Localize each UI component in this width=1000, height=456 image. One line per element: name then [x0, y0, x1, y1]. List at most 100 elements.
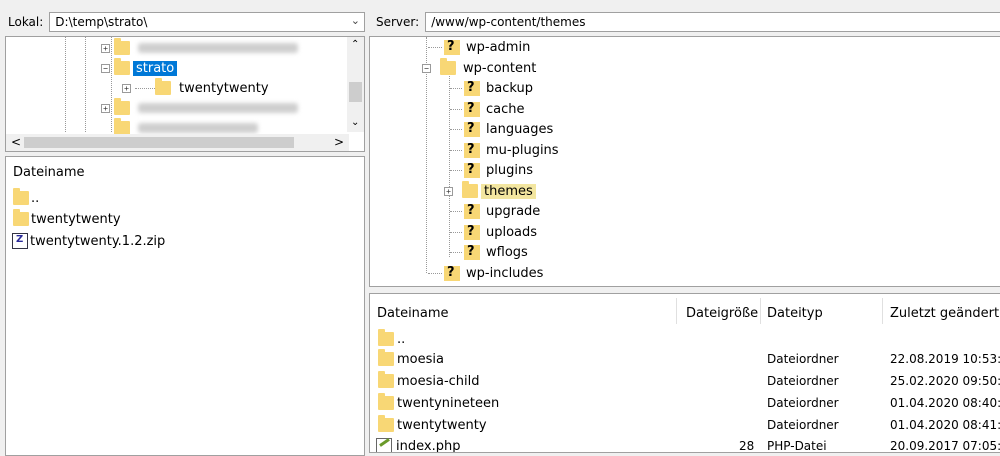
- remote-path-label: Server:: [376, 15, 420, 29]
- sort-indicator-icon: ⌃: [516, 293, 525, 300]
- remote-tree-label: wflogs: [486, 244, 528, 260]
- remote-path-value: /www/wp-content/themes: [431, 15, 586, 29]
- remote-header-filename[interactable]: Dateiname: [377, 300, 449, 326]
- sort-indicator-icon: ⌃: [220, 156, 229, 163]
- file-modified: 20.09.2017 07:05:02: [890, 439, 1000, 453]
- remote-tree-item-themes[interactable]: + themes: [444, 181, 536, 201]
- file-name: ..: [397, 331, 406, 347]
- remote-tree-item-cache[interactable]: ? cache: [450, 99, 525, 119]
- zip-file-icon: Z: [12, 233, 28, 249]
- scroll-thumb[interactable]: [24, 137, 294, 148]
- local-tree-item-twentytwenty[interactable]: + twentytwenty: [122, 78, 269, 98]
- table-row[interactable]: index.php 28 PHP-Datei 20.09.2017 07:05:…: [376, 435, 1000, 453]
- folder-icon: [378, 371, 394, 388]
- list-item[interactable]: twentytwenty: [13, 208, 121, 230]
- expand-icon[interactable]: +: [101, 103, 110, 113]
- folder-icon: [114, 118, 130, 135]
- remote-tree-label: plugins: [486, 162, 533, 178]
- collapse-icon[interactable]: −: [101, 63, 110, 73]
- expand-icon[interactable]: +: [122, 83, 131, 93]
- chevron-down-icon[interactable]: ⌄: [351, 117, 359, 128]
- remote-tree-item-mu-plugins[interactable]: ? mu-plugins: [450, 140, 559, 160]
- remote-path-bar: Server: /www/wp-content/themes: [368, 10, 1000, 34]
- file-name: index.php: [396, 438, 461, 453]
- unknown-folder-icon: ?: [464, 224, 480, 240]
- local-tree-hscrollbar[interactable]: < >: [6, 134, 349, 151]
- remote-tree-item-uploads[interactable]: ? uploads: [450, 222, 537, 242]
- local-tree-label: strato: [133, 60, 178, 76]
- folder-icon: [440, 58, 456, 75]
- chevron-down-icon[interactable]: ⌄: [351, 14, 360, 27]
- local-path-value: D:\temp\strato\: [55, 15, 148, 29]
- table-row[interactable]: moesia-child Dateiordner 25.02.2020 09:5…: [378, 370, 1000, 392]
- remote-tree-item-wp-includes[interactable]: ? wp-includes: [428, 263, 543, 283]
- folder-icon: [378, 415, 394, 432]
- remote-tree-label: cache: [486, 101, 525, 117]
- remote-tree-item-wp-admin[interactable]: ? wp-admin: [428, 37, 530, 57]
- remote-tree-item-languages[interactable]: ? languages: [450, 119, 553, 139]
- local-tree-item-strato[interactable]: − strato: [101, 58, 178, 78]
- folder-icon: [13, 209, 29, 226]
- folder-icon: [114, 58, 130, 75]
- remote-tree-label: languages: [486, 121, 554, 137]
- php-file-icon: [376, 438, 392, 452]
- local-path-input[interactable]: D:\temp\strato\ ⌄: [49, 12, 365, 32]
- file-type: Dateiordner: [767, 352, 839, 366]
- folder-icon: [378, 329, 394, 346]
- folder-icon: [462, 181, 478, 198]
- remote-file-list: ⌃ Dateiname Dateigröße Dateityp Zuletzt …: [369, 293, 1000, 453]
- chevron-right-icon[interactable]: >: [334, 135, 344, 149]
- local-tree-item[interactable]: +: [101, 98, 298, 118]
- remote-tree-item-plugins[interactable]: ? plugins: [450, 160, 533, 180]
- local-header-filename[interactable]: Dateiname: [13, 159, 85, 185]
- remote-tree-item-upgrade[interactable]: ? upgrade: [450, 201, 540, 221]
- remote-header-modified[interactable]: Zuletzt geändert: [890, 300, 999, 326]
- expand-icon[interactable]: +: [101, 43, 110, 53]
- unknown-folder-icon: ?: [464, 80, 480, 96]
- file-type: Dateiordner: [767, 374, 839, 388]
- remote-tree-label: backup: [486, 80, 533, 96]
- remote-tree-item-wp-content[interactable]: − wp-content: [422, 58, 536, 78]
- remote-header-type[interactable]: Dateityp: [767, 300, 823, 326]
- remote-tree-label: mu-plugins: [486, 142, 559, 158]
- list-item[interactable]: Z twentytwenty.1.2.zip: [12, 230, 165, 252]
- remote-tree-label: upgrade: [486, 203, 541, 219]
- remote-tree: ? wp-admin − wp-content ? backup ? cache…: [369, 36, 1000, 287]
- list-item[interactable]: ..: [13, 187, 39, 209]
- unknown-folder-icon: ?: [464, 203, 480, 219]
- folder-icon: [155, 78, 171, 95]
- table-row[interactable]: ..: [378, 328, 405, 350]
- expand-icon[interactable]: +: [444, 186, 453, 196]
- local-tree-item[interactable]: +: [101, 38, 298, 58]
- table-row[interactable]: twentynineteen Dateiordner 01.04.2020 08…: [378, 392, 1000, 414]
- unknown-folder-icon: ?: [464, 142, 480, 158]
- redacted-label: [138, 103, 298, 113]
- chevron-left-icon[interactable]: <: [11, 135, 21, 149]
- folder-icon: [378, 393, 394, 410]
- scroll-thumb[interactable]: [349, 82, 362, 102]
- table-row[interactable]: moesia Dateiordner 22.08.2019 10:53:42: [378, 348, 1000, 370]
- redacted-label: [138, 43, 298, 53]
- remote-tree-item-backup[interactable]: ? backup: [450, 78, 533, 98]
- list-item-label: twentytwenty: [31, 211, 121, 227]
- file-modified: 22.08.2019 10:53:42: [890, 352, 1000, 366]
- remote-tree-label: wp-admin: [466, 39, 531, 55]
- file-type: Dateiordner: [767, 418, 839, 432]
- file-modified: 01.04.2020 08:40:51: [890, 396, 1000, 410]
- remote-tree-item-wflogs[interactable]: ? wflogs: [450, 242, 528, 262]
- remote-path-input[interactable]: /www/wp-content/themes: [425, 12, 1000, 32]
- file-name: twentynineteen: [397, 395, 500, 411]
- list-item-label: ..: [31, 190, 40, 206]
- chevron-up-icon[interactable]: ⌃: [351, 39, 359, 50]
- remote-header-size[interactable]: Dateigröße: [686, 300, 758, 326]
- local-tree-vscrollbar[interactable]: ⌃ ⌄: [347, 37, 364, 132]
- file-type: Dateiordner: [767, 396, 839, 410]
- file-modified: 01.04.2020 08:41:07: [890, 418, 1000, 432]
- collapse-icon[interactable]: −: [422, 63, 431, 73]
- remote-tree-label: wp-includes: [466, 265, 544, 281]
- table-row[interactable]: twentytwenty Dateiordner 01.04.2020 08:4…: [378, 414, 1000, 436]
- remote-tree-label: uploads: [486, 224, 538, 240]
- local-path-bar: Lokal: D:\temp\strato\ ⌄: [0, 10, 365, 34]
- local-file-list: ⌃ Dateiname .. twentytwenty Z twentytwen…: [5, 156, 365, 456]
- unknown-folder-icon: ?: [464, 244, 480, 260]
